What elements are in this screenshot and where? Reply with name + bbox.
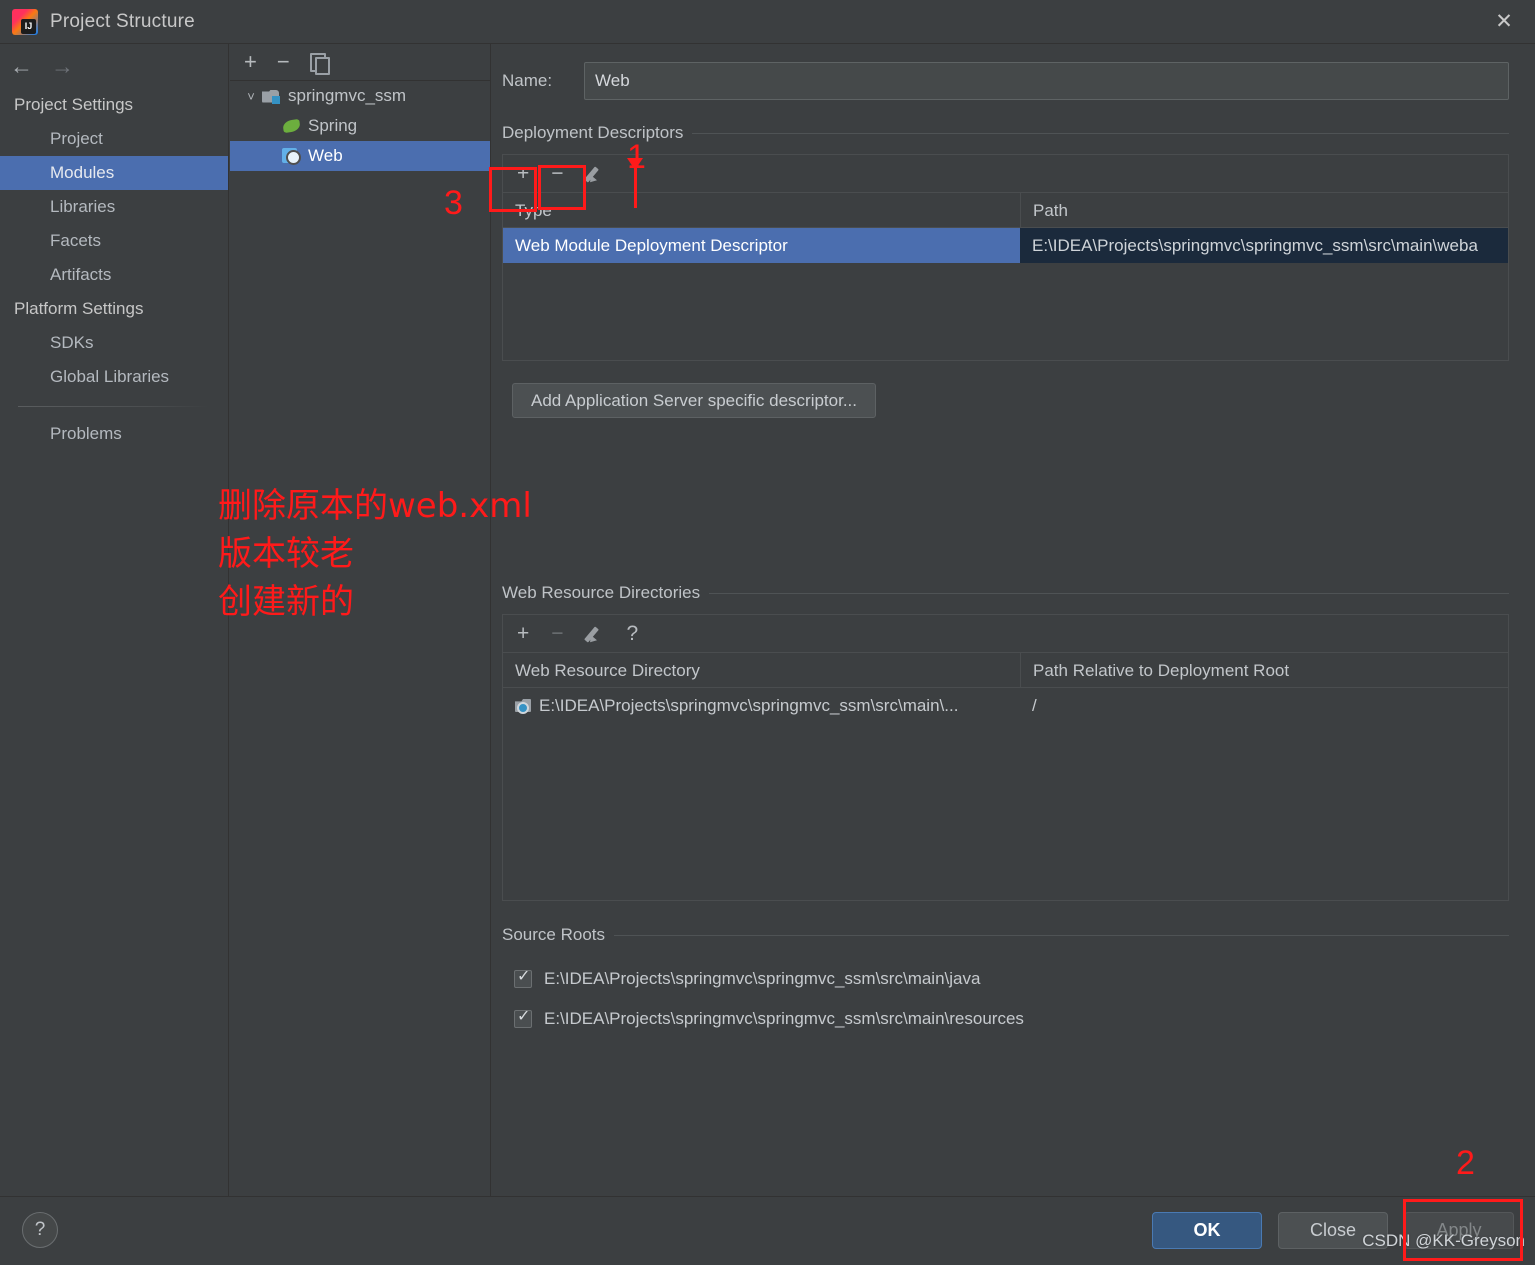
web-icon [282,147,301,165]
sidebar-item-sdks[interactable]: SDKs [0,326,228,360]
sidebar-group-project-settings: Project Settings [14,95,134,114]
web-resource-directories-toolbar: + − ? [503,615,1508,653]
web-resource-directories-box: + − ? Web Resource Directory Path Relati… [502,614,1509,901]
tree-node-springmvc-ssm[interactable]: ˅ springmvc_ssm [230,81,490,111]
project-structure-dialog: Project Structure ✕ ← → Project Settings… [0,0,1535,1265]
section-rule [709,592,1509,594]
section-rule [692,132,1509,134]
sidebar-divider [18,406,208,407]
column-header-path: Path [1020,193,1508,227]
table-row[interactable]: E:\IDEA\Projects\springmvc\springmvc_ssm… [503,688,1508,723]
sidebar-nav-arrows: ← → [0,44,228,88]
forward-arrow-icon[interactable]: → [51,54,74,78]
tree-node-label: Web [308,146,343,165]
source-root-path: E:\IDEA\Projects\springmvc\springmvc_ssm… [544,969,981,988]
descriptor-type-cell: Web Module Deployment Descriptor [503,228,1020,263]
add-application-server-descriptor-button[interactable]: Add Application Server specific descript… [512,383,876,418]
add-descriptor-button[interactable]: + [517,163,529,184]
web-resource-table-body: E:\IDEA\Projects\springmvc\springmvc_ssm… [503,688,1508,900]
column-header-web-resource-directory: Web Resource Directory [515,661,700,680]
sidebar-item-modules[interactable]: Modules [0,156,228,190]
web-resource-relative-path-cell: / [1032,696,1037,715]
help-icon[interactable]: ? [22,1212,58,1248]
ok-button[interactable]: OK [1152,1212,1262,1249]
source-root-path: E:\IDEA\Projects\springmvc\springmvc_ssm… [544,1009,1024,1028]
spring-leaf-icon [282,118,301,134]
list-item[interactable]: E:\IDEA\Projects\springmvc\springmvc_ssm… [514,999,1535,1039]
source-roots-title-row: Source Roots [502,925,1535,945]
module-name-input[interactable] [584,62,1509,100]
folder-web-icon [515,699,532,714]
sidebar-item-facets[interactable]: Facets [0,224,228,258]
deployment-descriptors-table-body: Web Module Deployment Descriptor E:\IDEA… [503,228,1508,360]
source-root-checkbox[interactable] [514,1008,532,1028]
deployment-descriptors-box: + − Type Path Web Module Deployment Desc… [502,154,1509,361]
deployment-descriptors-table-header: Type Path [503,193,1508,228]
intellij-idea-logo-icon [12,8,38,35]
add-web-resource-button[interactable]: + [517,623,529,644]
module-icon [262,89,280,104]
module-name-label: Name: [502,71,553,90]
web-resource-directories-title: Web Resource Directories [502,583,701,602]
remove-module-icon[interactable]: − [277,51,290,73]
module-details-panel: Name: Deployment Descriptors + − Type Pa… [492,44,1535,1196]
descriptor-path-cell: E:\IDEA\Projects\springmvc\springmvc_ssm… [1020,228,1508,263]
settings-sidebar: ← → Project Settings Project Modules Lib… [0,44,229,1196]
web-resource-table-header: Web Resource Directory Path Relative to … [503,653,1508,688]
modules-tree-panel: + − ˅ springmvc_ssm Spring Web [230,44,491,1196]
add-module-icon[interactable]: + [244,51,257,73]
remove-web-resource-button[interactable]: − [551,623,563,644]
tree-node-spring[interactable]: Spring [230,111,490,141]
sidebar-group-platform-settings: Platform Settings [14,299,144,318]
table-row[interactable]: Web Module Deployment Descriptor E:\IDEA… [503,228,1508,263]
web-resource-directories-title-row: Web Resource Directories [502,583,1535,603]
edit-descriptor-pencil-icon[interactable] [586,164,605,183]
sidebar-item-artifacts[interactable]: Artifacts [0,258,228,292]
tree-node-label: Spring [308,116,358,135]
source-root-checkbox[interactable] [514,968,532,988]
column-header-type: Type [515,201,552,220]
module-name-row: Name: [502,61,1509,101]
deployment-descriptors-title-row: Deployment Descriptors [502,123,1535,143]
deployment-descriptors-toolbar: + − [503,155,1508,193]
chevron-down-icon[interactable]: ˅ [240,89,262,104]
watermark: CSDN @KK-Greyson [1362,1231,1525,1250]
sidebar-item-libraries[interactable]: Libraries [0,190,228,224]
section-rule [614,934,1509,936]
close-icon[interactable]: ✕ [1473,0,1535,43]
web-resource-help-icon[interactable]: ? [627,623,639,644]
web-resource-directories-section: Web Resource Directories + − ? Web Resou… [502,583,1535,901]
list-item[interactable]: E:\IDEA\Projects\springmvc\springmvc_ssm… [514,959,1535,999]
tree-node-web[interactable]: Web [230,141,490,171]
source-roots-title: Source Roots [502,925,605,944]
edit-web-resource-pencil-icon[interactable] [586,624,605,643]
deployment-descriptors-section: Deployment Descriptors + − Type Path Web… [502,123,1535,418]
sidebar-item-global-libraries[interactable]: Global Libraries [0,360,228,394]
window-title: Project Structure [50,10,195,32]
web-resource-directory-cell: E:\IDEA\Projects\springmvc\springmvc_ssm… [503,688,1020,723]
source-roots-section: Source Roots E:\IDEA\Projects\springmvc\… [502,925,1535,1039]
modules-tree-toolbar: + − [230,44,490,81]
tree-node-label: springmvc_ssm [288,86,407,105]
back-arrow-icon[interactable]: ← [10,54,33,78]
remove-descriptor-button[interactable]: − [551,163,563,184]
copy-module-icon[interactable] [309,52,330,75]
source-roots-list: E:\IDEA\Projects\springmvc\springmvc_ssm… [502,945,1535,1039]
web-resource-directory-text: E:\IDEA\Projects\springmvc\springmvc_ssm… [539,696,959,715]
title-bar: Project Structure ✕ [0,0,1535,44]
column-header-relative-path: Path Relative to Deployment Root [1020,653,1508,687]
deployment-descriptors-title: Deployment Descriptors [502,123,684,142]
sidebar-item-project[interactable]: Project [0,122,228,156]
sidebar-item-problems[interactable]: Problems [0,417,228,451]
dialog-footer: ? OK Close Apply CSDN @KK-Greyson [0,1196,1535,1265]
